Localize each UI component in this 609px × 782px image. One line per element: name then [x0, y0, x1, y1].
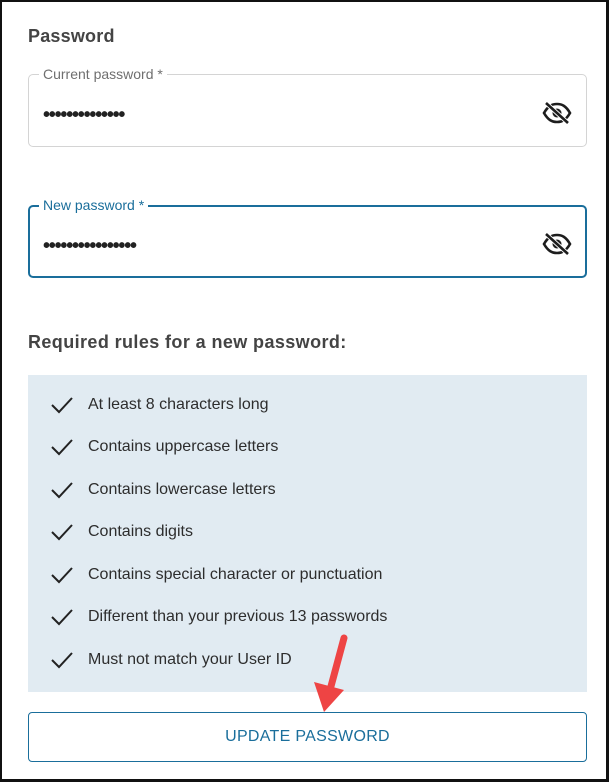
- checkmark-icon: [51, 652, 73, 669]
- current-password-field[interactable]: Current password * ••••••••••••••: [28, 66, 587, 147]
- current-password-label: Current password *: [39, 66, 167, 82]
- update-password-button[interactable]: UPDATE PASSWORD: [28, 712, 587, 762]
- rule-text: Contains lowercase letters: [88, 481, 276, 498]
- rules-list: At least 8 characters long Contains uppe…: [28, 375, 587, 692]
- checkmark-icon: [51, 397, 73, 414]
- checkmark-icon: [51, 524, 73, 541]
- new-password-label: New password *: [39, 197, 149, 213]
- new-password-value: ••••••••••••••••: [43, 235, 137, 257]
- rule-item: Different than your previous 13 password…: [28, 602, 587, 632]
- password-panel: Password Current password * ••••••••••••…: [0, 0, 609, 782]
- rule-item: Contains uppercase letters: [28, 432, 587, 462]
- rule-text: Contains digits: [88, 523, 193, 540]
- rule-item: Contains special character or punctuatio…: [28, 560, 587, 590]
- rules-title: Required rules for a new password:: [28, 332, 347, 352]
- checkmark-icon: [51, 567, 73, 584]
- checkmark-icon: [51, 482, 73, 499]
- checkmark-icon: [51, 439, 73, 456]
- rule-item: Must not match your User ID: [28, 645, 587, 675]
- eye-off-icon[interactable]: [542, 232, 572, 256]
- rule-item: At least 8 characters long: [28, 390, 587, 420]
- rule-text: At least 8 characters long: [88, 396, 269, 413]
- eye-off-icon[interactable]: [542, 101, 572, 125]
- rule-item: Contains digits: [28, 517, 587, 547]
- rule-text: Contains special character or punctuatio…: [88, 566, 383, 583]
- new-password-field[interactable]: New password * ••••••••••••••••: [28, 197, 587, 278]
- current-password-value: ••••••••••••••: [43, 104, 125, 126]
- section-title: Password: [28, 26, 115, 46]
- rule-item: Contains lowercase letters: [28, 475, 587, 505]
- rule-text: Contains uppercase letters: [88, 438, 279, 455]
- checkmark-icon: [51, 609, 73, 626]
- rule-text: Must not match your User ID: [88, 651, 292, 668]
- rule-text: Different than your previous 13 password…: [88, 608, 388, 625]
